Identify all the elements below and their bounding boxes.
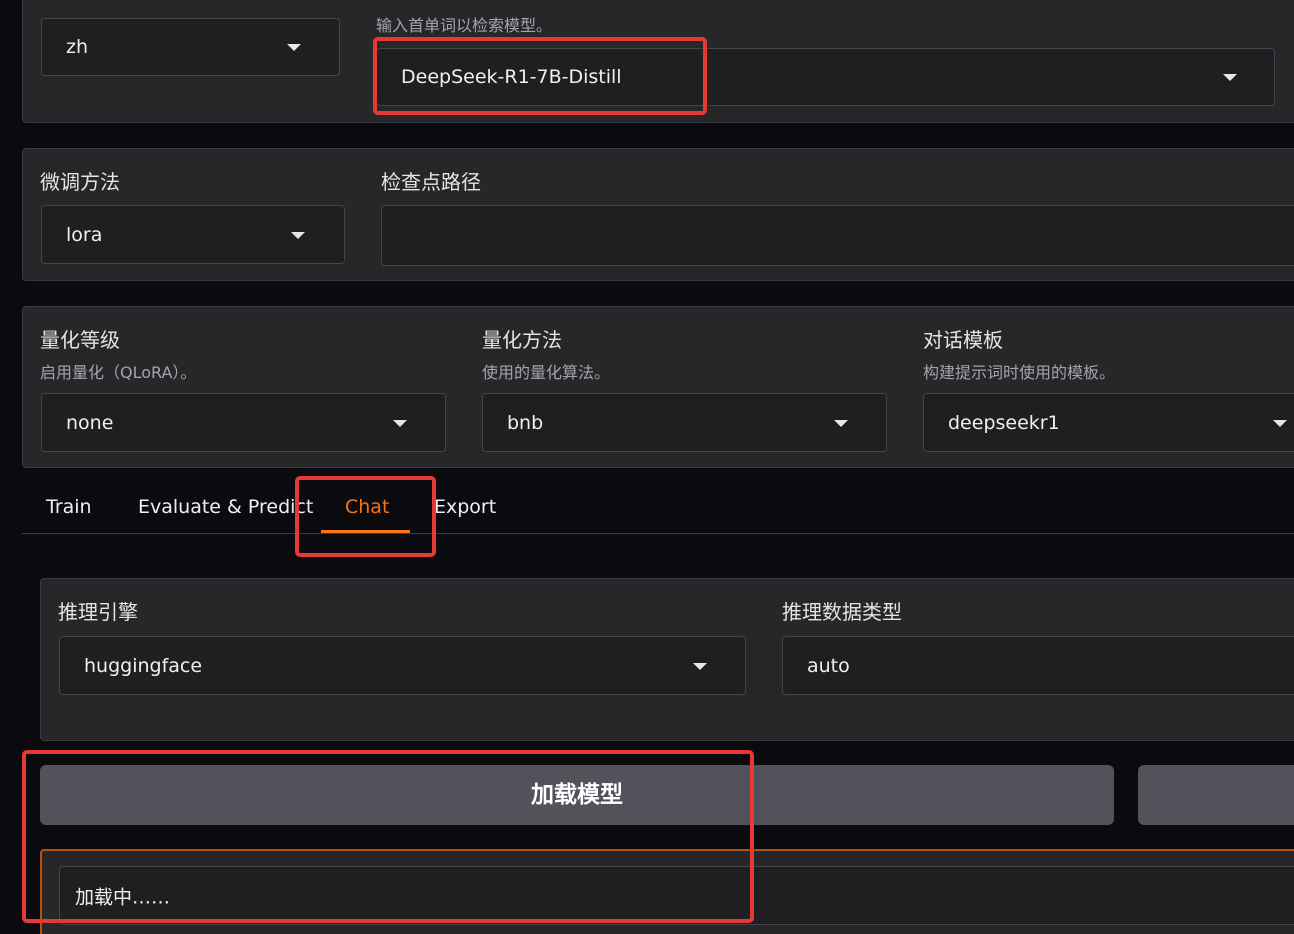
chevron-down-icon [287, 44, 301, 51]
tab-evaluate-predict[interactable]: Evaluate & Predict [138, 496, 313, 518]
infer-backend-value: huggingface [84, 654, 203, 677]
quantization-method-label: 量化方法 [482, 328, 562, 352]
tab-bar [22, 533, 1294, 534]
finetune-method-value: lora [66, 223, 103, 246]
language-dropdown[interactable]: zh [41, 18, 340, 76]
active-tab-indicator [321, 530, 410, 533]
model-name-info: 输入首单词以检索模型。 [376, 16, 553, 35]
infer-dtype-dropdown[interactable]: auto [782, 636, 1294, 695]
quantization-method-dropdown[interactable]: bnb [482, 393, 887, 452]
quantization-bit-label: 量化等级 [40, 328, 120, 352]
model-name-dropdown[interactable]: DeepSeek-R1-7B-Distill [376, 48, 1275, 106]
load-model-button[interactable]: 加载模型 [40, 765, 1114, 825]
quantization-method-value: bnb [507, 411, 544, 434]
infer-backend-label: 推理引擎 [58, 600, 138, 624]
tab-train[interactable]: Train [46, 496, 92, 518]
finetune-method-dropdown[interactable]: lora [41, 205, 345, 264]
tab-export[interactable]: Export [434, 496, 496, 518]
chevron-down-icon [1273, 419, 1287, 427]
chat-template-info: 构建提示词时使用的模板。 [923, 363, 1116, 382]
chevron-down-icon [291, 231, 305, 239]
status-text: 加载中…… [75, 886, 171, 908]
chevron-down-icon [393, 419, 407, 427]
infer-backend-dropdown[interactable]: huggingface [59, 636, 746, 695]
chat-template-dropdown[interactable]: deepseekr1 [923, 393, 1294, 452]
unload-model-button[interactable] [1138, 765, 1294, 825]
status-output-box[interactable]: 加载中…… [59, 866, 1294, 925]
quantization-bit-value: none [66, 411, 114, 434]
checkpoint-path-dropdown[interactable] [381, 205, 1294, 266]
checkpoint-path-label: 检查点路径 [381, 170, 481, 194]
quantization-method-info: 使用的量化算法。 [482, 363, 611, 382]
infer-dtype-label: 推理数据类型 [782, 600, 902, 624]
chat-template-value: deepseekr1 [948, 411, 1060, 434]
finetune-method-label: 微调方法 [40, 170, 120, 194]
infer-dtype-value: auto [807, 654, 850, 677]
chevron-down-icon [693, 662, 707, 670]
quantization-bit-info: 启用量化（QLoRA）。 [40, 363, 197, 382]
chat-template-label: 对话模板 [923, 328, 1003, 352]
chevron-down-icon [834, 419, 848, 427]
model-name-value: DeepSeek-R1-7B-Distill [401, 66, 622, 88]
tab-chat[interactable]: Chat [345, 496, 389, 518]
quantization-bit-dropdown[interactable]: none [41, 393, 446, 452]
chevron-down-icon [1223, 74, 1237, 81]
language-value: zh [66, 36, 89, 58]
